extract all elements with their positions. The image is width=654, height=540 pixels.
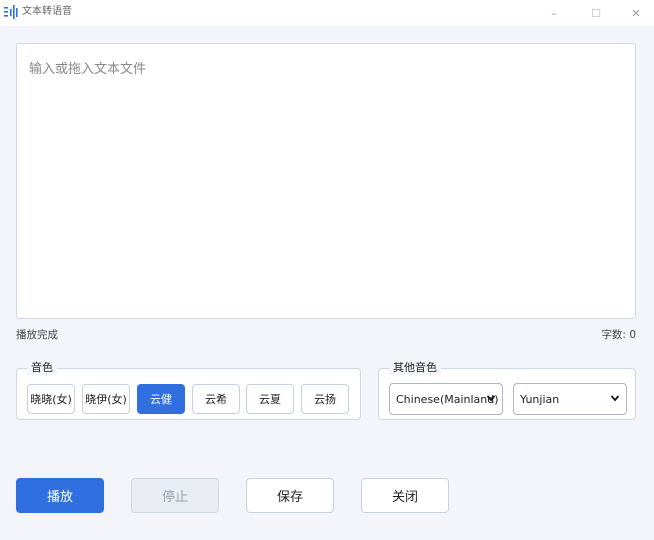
stop-button[interactable]: 停止 — [131, 478, 219, 513]
close-window-button[interactable]: ✕ — [622, 0, 650, 26]
close-button[interactable]: 关闭 — [361, 478, 449, 513]
voice-button-xiaoxiao[interactable]: 晓晓(女) — [27, 384, 75, 414]
voice-button-yunxia[interactable]: 云夏 — [246, 384, 294, 414]
voice-group-legend: 音色 — [27, 361, 57, 375]
window-title: 文本转语音 — [22, 6, 72, 17]
minimize-icon: – — [551, 6, 557, 20]
close-icon: ✕ — [631, 6, 641, 20]
voice-button-yunyang[interactable]: 云扬 — [301, 384, 349, 414]
save-button[interactable]: 保存 — [246, 478, 334, 513]
maximize-icon: ☐ — [591, 6, 601, 20]
chevron-down-icon — [486, 395, 496, 402]
chevron-down-icon — [610, 395, 620, 402]
voice-button-yunxi[interactable]: 云希 — [192, 384, 240, 414]
voice-select[interactable]: Yunjian — [513, 383, 627, 415]
maximize-button[interactable]: ☐ — [582, 0, 610, 26]
voice-select-value: Yunjian — [520, 392, 560, 406]
audio-wave-icon — [4, 5, 18, 19]
play-button[interactable]: 播放 — [16, 478, 104, 513]
title-bar: 文本转语音 – ☐ ✕ — [0, 0, 654, 26]
text-input[interactable] — [17, 44, 635, 318]
language-select-value: Chinese(Mainland) — [396, 392, 499, 406]
voice-group: 音色 晓晓(女) 晓伊(女) 云健 云希 云夏 云扬 — [16, 361, 361, 420]
language-select[interactable]: Chinese(Mainland) — [389, 383, 503, 415]
other-voice-legend: 其他音色 — [389, 361, 441, 375]
other-voice-group: 其他音色 Chinese(Mainland) Yunjian — [378, 361, 636, 420]
character-count: 字数: 0 — [601, 329, 636, 341]
voice-button-yunjian[interactable]: 云健 — [137, 384, 185, 414]
text-input-container — [16, 43, 636, 319]
minimize-button[interactable]: – — [540, 0, 568, 26]
playback-status: 播放完成 — [16, 329, 58, 341]
voice-button-xiaoyi[interactable]: 晓伊(女) — [82, 384, 130, 414]
